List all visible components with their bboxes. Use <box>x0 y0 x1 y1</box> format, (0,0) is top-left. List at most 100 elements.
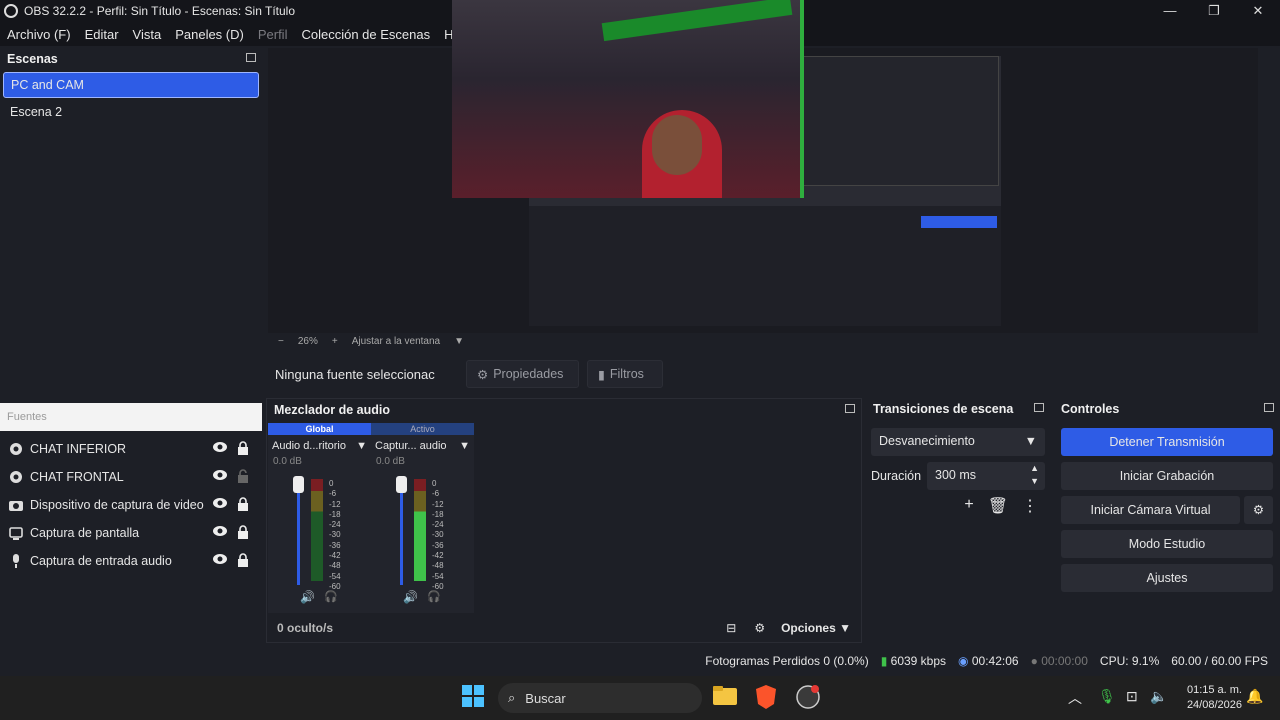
float-dock-icon[interactable] <box>1264 403 1274 412</box>
notification-icon[interactable]: 🔔 <box>1246 688 1263 705</box>
lock-icon[interactable] <box>237 553 249 570</box>
duration-spinbox[interactable]: 300 ms ▲ ▼ <box>927 462 1045 490</box>
audio-mixer-dock: Mezclador de audio Global Audio d...rito… <box>266 398 862 643</box>
volume-icon[interactable]: 🔈 <box>1150 688 1167 705</box>
trash-icon[interactable]: 🗑 <box>988 496 1008 516</box>
speaker-icon[interactable]: 🔊 <box>403 590 418 604</box>
record-icon: ● <box>1030 654 1038 668</box>
settings-button[interactable]: Ajustes <box>1061 564 1273 592</box>
zoom-in-button[interactable]: + <box>332 336 338 347</box>
spin-arrows-icon[interactable]: ▲ ▼ <box>1030 462 1039 488</box>
lock-icon[interactable] <box>237 497 249 514</box>
file-explorer-icon[interactable] <box>712 684 738 710</box>
mic-tray-icon[interactable]: 🎙 <box>1098 688 1116 705</box>
scale-tick: -48 <box>329 561 341 571</box>
studio-mode-button[interactable]: Modo Estudio <box>1061 530 1273 558</box>
menu-profile[interactable]: Perfil <box>258 27 288 42</box>
options-button[interactable]: Opciones ▼ <box>781 621 851 635</box>
tab-active[interactable]: Activo <box>371 423 474 435</box>
scene-item-pc-and-cam[interactable]: PC and CAM <box>3 72 259 98</box>
headphones-icon[interactable]: 🎧 <box>427 590 441 603</box>
scale-tick: -48 <box>432 561 444 571</box>
network-icon[interactable]: ⊡ <box>1126 688 1138 705</box>
eye-icon[interactable] <box>212 469 228 484</box>
advanced-audio-icon[interactable]: ⚙ <box>754 621 765 635</box>
channel-name[interactable]: Audio d...ritorio ▼ <box>268 435 371 452</box>
window-controls: — ❐ ✕ <box>1148 0 1280 22</box>
chevron-down-icon[interactable]: ▼ <box>454 336 464 347</box>
source-item-chat-frontal[interactable]: CHAT FRONTAL <box>0 463 262 491</box>
menu-edit[interactable]: Editar <box>85 27 119 42</box>
unlock-icon[interactable] <box>237 469 249 486</box>
float-dock-icon[interactable] <box>1034 403 1044 412</box>
duration-row: Duración 300 ms ▲ ▼ <box>871 462 1045 490</box>
headphones-icon[interactable]: 🎧 <box>324 590 338 603</box>
bitrate: ▮ 6039 kbps <box>881 654 946 668</box>
chevron-up-icon[interactable]: ︿ <box>1068 688 1082 708</box>
scale-tick: -12 <box>329 499 341 509</box>
mic-icon <box>8 553 24 569</box>
source-item-audio-input[interactable]: Captura de entrada audio <box>0 547 262 575</box>
volume-slider-track[interactable] <box>297 479 300 585</box>
tab-global[interactable]: Global <box>268 423 371 435</box>
eye-icon[interactable] <box>212 497 228 512</box>
properties-button[interactable]: ⚙ Propiedades <box>466 360 579 388</box>
more-icon[interactable]: ⋮ <box>1022 496 1038 516</box>
eye-icon[interactable] <box>212 441 228 456</box>
start-recording-button[interactable]: Iniciar Grabación <box>1061 462 1273 490</box>
virtual-camera-settings-button[interactable]: ⚙ <box>1244 496 1273 524</box>
volume-slider-handle[interactable] <box>293 476 304 493</box>
windows-start-icon[interactable] <box>461 684 487 710</box>
filters-button[interactable]: ▮ Filtros <box>587 360 663 388</box>
speaker-icon[interactable]: 🔊 <box>300 590 315 604</box>
chevron-down-icon[interactable]: ▼ <box>356 440 367 452</box>
zoom-out-button[interactable]: − <box>278 336 284 347</box>
mixer-title-text: Mezclador de audio <box>274 403 390 417</box>
channel-name[interactable]: Captur... audio ▼ <box>371 435 474 452</box>
source-label: Captura de pantalla <box>30 526 140 540</box>
add-icon[interactable]: + <box>964 496 973 516</box>
chevron-down-icon[interactable]: ▼ <box>459 440 470 452</box>
transition-select[interactable]: Desvanecimiento ▼ <box>871 428 1045 456</box>
float-dock-icon[interactable] <box>246 53 256 62</box>
source-label: CHAT INFERIOR <box>30 442 127 456</box>
transitions-dock: Transiciones de escena Desvanecimiento ▼… <box>866 398 1050 643</box>
lock-icon[interactable] <box>237 441 249 458</box>
browser-icon <box>8 469 24 485</box>
clock[interactable]: 01:15 a. m. 24/08/2026 <box>1180 683 1242 713</box>
menu-scene-collection[interactable]: Colección de Escenas <box>301 27 430 42</box>
menu-view[interactable]: Vista <box>133 27 162 42</box>
menu-file[interactable]: Archivo (F) <box>7 27 71 42</box>
layout-icon[interactable]: ⊟ <box>726 621 736 635</box>
person-face <box>652 115 702 175</box>
menu-docks[interactable]: Paneles (D) <box>175 27 244 42</box>
taskbar-search[interactable]: ⌕ Buscar <box>498 683 702 713</box>
float-dock-icon[interactable] <box>845 404 855 413</box>
minimize-button[interactable]: — <box>1148 0 1192 22</box>
obs-logo-icon <box>4 4 18 18</box>
close-button[interactable]: ✕ <box>1236 0 1280 22</box>
eye-icon[interactable] <box>212 553 228 568</box>
browser-icon <box>8 441 24 457</box>
maximize-button[interactable]: ❐ <box>1192 0 1236 22</box>
stop-streaming-button[interactable]: Detener Transmisión <box>1061 428 1273 456</box>
scenes-title: Escenas <box>0 48 262 70</box>
obs-taskbar-icon[interactable] <box>795 684 821 710</box>
mixer-title: Mezclador de audio <box>267 399 861 421</box>
source-item-screen-capture[interactable]: Captura de pantalla <box>0 519 262 547</box>
lock-icon[interactable] <box>237 525 249 542</box>
scene-item-escena-2[interactable]: Escena 2 <box>3 100 259 126</box>
status-bar: Fotogramas Perdidos 0 (0.0%) ▮ 6039 kbps… <box>262 646 1280 676</box>
clock-time: 01:15 a. m. <box>1186 684 1242 696</box>
scale-tick: -36 <box>432 540 444 550</box>
fit-window-label[interactable]: Ajustar a la ventana <box>352 336 440 347</box>
start-virtual-camera-button[interactable]: Iniciar Cámara Virtual <box>1061 496 1240 524</box>
search-label: Buscar <box>525 690 566 706</box>
meter-scale: 0 -6 -12 -18 -24 -30 -36 -42 -48 -54 -60 <box>329 479 341 592</box>
source-item-video-capture[interactable]: Dispositivo de captura de video <box>0 491 262 519</box>
brave-browser-icon[interactable] <box>754 684 780 710</box>
source-item-chat-inferior[interactable]: CHAT INFERIOR <box>0 435 262 463</box>
volume-slider-track[interactable] <box>400 479 403 585</box>
eye-icon[interactable] <box>212 525 228 540</box>
volume-slider-handle[interactable] <box>396 476 407 493</box>
